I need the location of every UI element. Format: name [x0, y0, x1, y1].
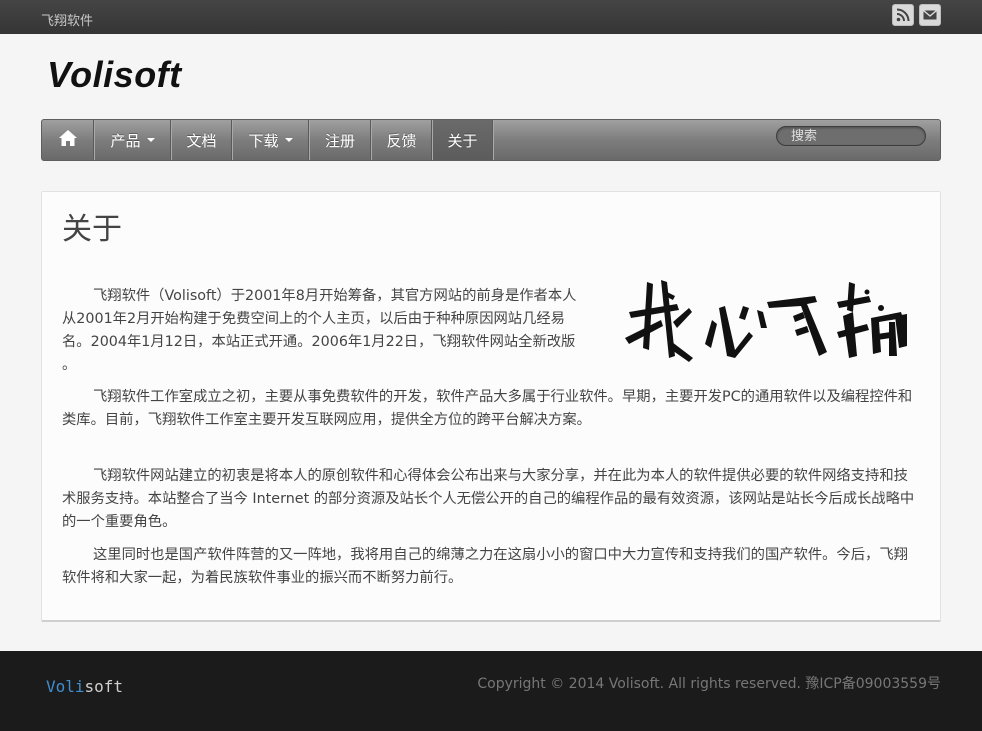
footer-logo-part1: Voli — [46, 677, 85, 696]
nav-docs[interactable]: 文档 — [172, 120, 232, 160]
main-navbar: 产品 文档 下载 注册 反馈 关于 — [41, 119, 941, 161]
nav-about[interactable]: 关于 — [433, 120, 493, 160]
nav-download[interactable]: 下载 — [233, 120, 309, 160]
nav-products[interactable]: 产品 — [95, 120, 171, 160]
rss-icon[interactable] — [892, 4, 914, 26]
nav-about-label: 关于 — [447, 131, 478, 150]
content-panel: 关于 飞翔软件（Volisoft）于2001年8月开始筹备，其官方网站的前身是作… — [41, 191, 941, 622]
about-paragraph-4: 这里同时也是国产软件阵营的又一阵地，我将用自己的绵薄之力在这扇小小的窗口中大力宣… — [62, 547, 908, 586]
search-input[interactable] — [776, 126, 926, 146]
about-paragraph-3: 飞翔软件网站建立的初衷是将本人的原创软件和心得体会公布出来与大家分享，并在此为本… — [62, 468, 915, 530]
copyright-text: Copyright © 2014 Volisoft. All rights re… — [477, 676, 941, 692]
nav-products-label: 产品 — [110, 131, 141, 150]
nav-register[interactable]: 注册 — [310, 120, 371, 160]
chevron-down-icon — [284, 138, 293, 142]
mail-icon[interactable] — [919, 4, 941, 26]
page-title: 关于 — [62, 212, 122, 247]
calligraphy-image — [625, 280, 907, 362]
footer: Volisoft Copyright © 2014 Volisoft. All … — [0, 651, 982, 731]
about-paragraph-2: 飞翔软件工作室成立之初，主要从事免费软件的开发，软件产品大多属于行业软件。早期，… — [62, 389, 913, 428]
chevron-down-icon — [146, 138, 155, 142]
home-icon — [58, 130, 77, 150]
site-name: 飞翔软件 — [41, 14, 94, 29]
brand-logo[interactable]: Volisoft — [47, 54, 182, 96]
about-paragraph-1: 飞翔软件（Volisoft）于2001年8月开始筹备，其官方网站的前身是作者本人… — [62, 288, 577, 373]
nav-home[interactable] — [42, 120, 94, 160]
nav-feedback-label: 反馈 — [386, 131, 417, 150]
nav-register-label: 注册 — [324, 131, 355, 150]
footer-logo[interactable]: Volisoft — [46, 677, 123, 696]
nav-docs-label: 文档 — [186, 131, 217, 150]
nav-download-label: 下载 — [248, 131, 279, 150]
top-bar: 飞翔软件 — [0, 0, 982, 34]
nav-feedback[interactable]: 反馈 — [372, 120, 432, 160]
footer-logo-part2: soft — [84, 677, 124, 696]
